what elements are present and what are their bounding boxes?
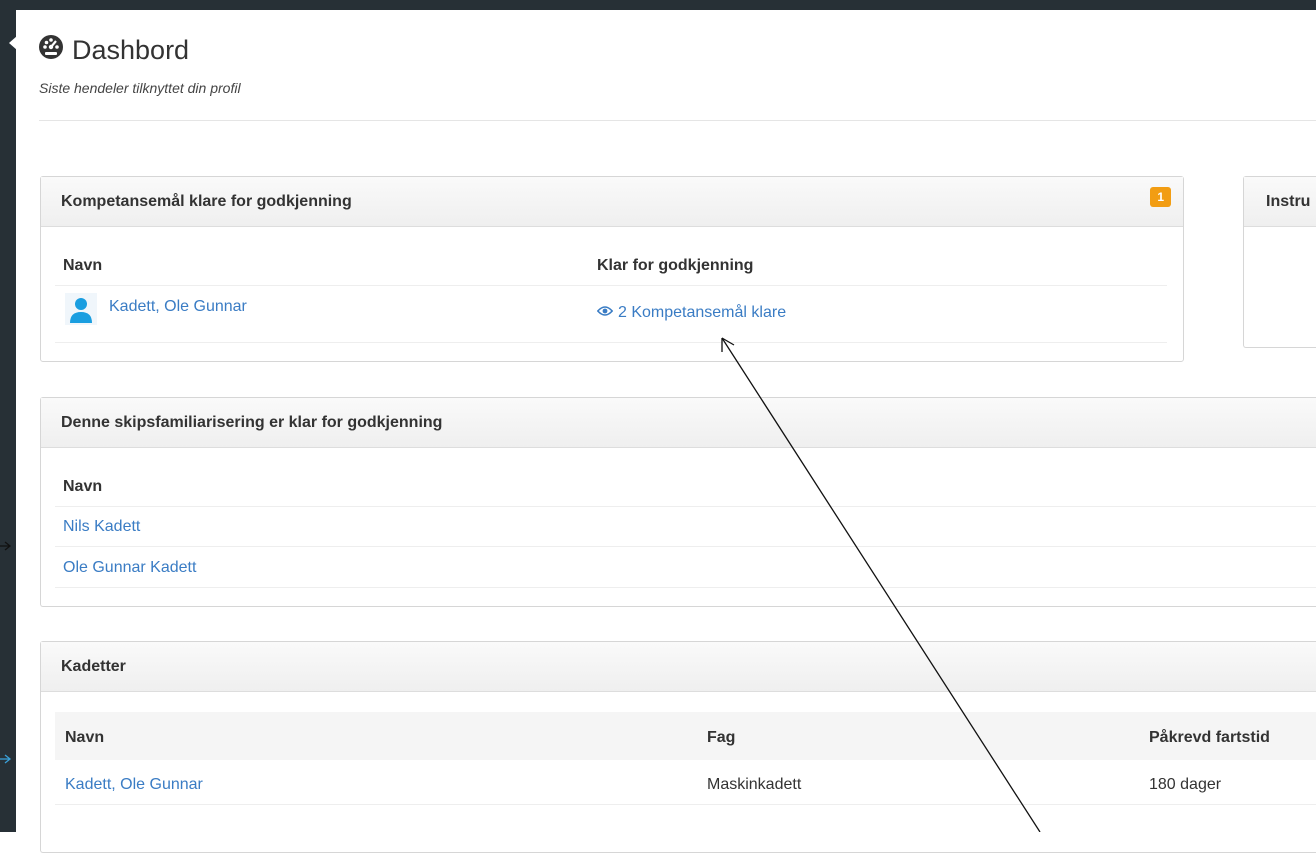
ship-familiarization-panel: Denne skipsfamiliarisering er klar for g… [40,397,1316,607]
top-bar [0,0,1316,10]
panel-title: Denne skipsfamiliarisering er klar for g… [61,413,443,431]
panel-title: Kompetansemål klare for godkjenning [61,192,352,210]
column-header-ready: Klar for godkjenning [597,257,754,274]
column-header-name: Navn [63,478,103,495]
panel-heading: Denne skipsfamiliarisering er klar for g… [41,398,1316,448]
row-divider [55,804,1316,805]
panel-title: Instru [1266,192,1311,210]
cadet-link[interactable]: Kadett, Ole Gunnar [65,776,203,794]
competence-goals-panel: Kompetansemål klare for godkjenning 1 Na… [40,176,1184,362]
panel-heading: Instru [1244,177,1316,227]
panel-heading: Kadetter [41,642,1316,692]
competence-ready-text: 2 Kompetansemål klare [618,304,787,321]
required-time-cell: 180 dager [1149,776,1222,793]
row-divider [55,285,1167,286]
user-link[interactable]: Kadett, Ole Gunnar [109,298,247,316]
panel-title: Kadetter [61,657,126,675]
header-divider [39,120,1316,121]
column-header-name: Navn [63,257,103,274]
column-header-required-time: Påkrevd fartstid [1149,729,1270,746]
column-header-subject: Fag [707,729,736,746]
row-divider [55,342,1167,343]
page-subtitle: Siste hendeler tilknyttet din profil [39,80,241,96]
table-header-row [55,712,1316,760]
competence-ready-link[interactable]: 2 Kompetansemål klare [596,304,787,322]
panel-heading: Kompetansemål klare for godkjenning 1 [41,177,1183,227]
instructions-panel: Instru [1243,176,1316,348]
column-header-name: Navn [65,729,105,746]
row-divider [55,506,1316,507]
user-avatar-icon [65,293,97,325]
cadets-panel: Kadetter Navn Fag Påkrevd fartstid Kadet… [40,641,1316,853]
row-divider [55,546,1316,547]
main-content: Dashbord Siste hendeler tilknyttet din p… [16,10,1316,853]
dashboard-gauge-icon [38,34,64,67]
row-divider [55,587,1316,588]
eye-icon [596,304,614,322]
sidebar [0,0,16,832]
count-badge: 1 [1150,187,1171,207]
page-title: Dashbord [38,34,189,67]
subject-cell: Maskinkadett [707,776,802,793]
cadet-link[interactable]: Nils Kadett [63,518,140,536]
cadet-link[interactable]: Ole Gunnar Kadett [63,559,196,577]
page-title-text: Dashbord [72,35,190,65]
